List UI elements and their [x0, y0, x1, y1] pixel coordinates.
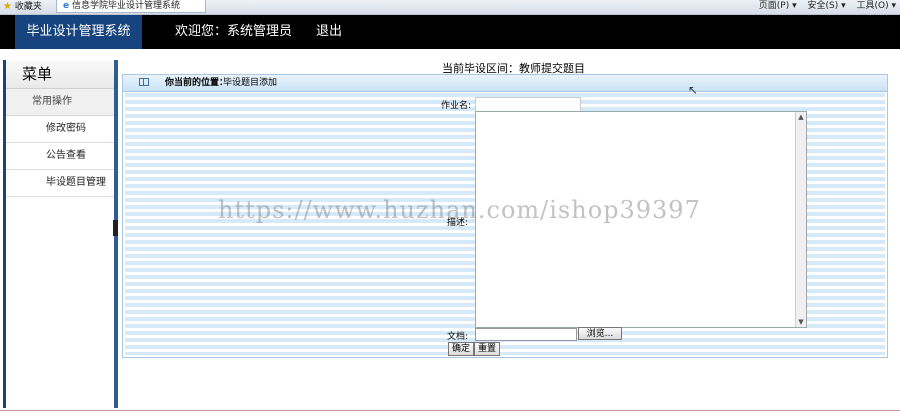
browser-toolbar: ★ 收藏夹 e 信息学院毕业设计管理系统 页面(P) ▾ 安全(S) ▾ 工具(…	[0, 0, 900, 15]
breadcrumb-value: 毕设题目添加	[223, 78, 278, 88]
browser-tab-title: 信息学院毕业设计管理系统	[71, 1, 180, 11]
grid-icon	[139, 78, 149, 86]
favorites-label: 收藏夹	[14, 2, 42, 12]
logout-link[interactable]: 退出	[316, 15, 342, 49]
menu-title: 菜单	[6, 60, 118, 89]
reset-button[interactable]: 重置	[474, 342, 501, 356]
watermark-text: https://www.huzhan.com/ishop39397	[218, 196, 701, 224]
app-brand: 毕业设计管理系统	[15, 15, 142, 49]
sidebar-splitter[interactable]	[113, 60, 118, 408]
sidebar-menu: 菜单 常用操作 修改密码 公告查看 毕设题目管理	[3, 60, 118, 408]
scroll-up-icon[interactable]: ▲	[797, 113, 805, 121]
textarea-scrollbar[interactable]: ▲ ▼	[795, 112, 806, 327]
confirm-button[interactable]: 确定	[448, 342, 475, 356]
browse-button[interactable]: 浏览...	[578, 327, 622, 340]
collapse-arrow-icon[interactable]	[113, 220, 118, 236]
browser-tools: 页面(P) ▾ 安全(S) ▾ 工具(O) ▾	[751, 0, 896, 14]
safety-menu[interactable]: 安全(S) ▾	[808, 1, 846, 11]
title-input[interactable]	[475, 97, 581, 112]
breadcrumb-label: 你当前的位置：	[165, 78, 229, 88]
scroll-down-icon[interactable]: ▼	[797, 318, 805, 326]
app-header: 毕业设计管理系统 欢迎您：系统管理员 退出	[0, 15, 900, 49]
favorites-button[interactable]: ★ 收藏夹	[3, 0, 42, 14]
file-label: 文档:	[447, 332, 469, 342]
sidebar-item-notices[interactable]: 公告查看	[6, 143, 118, 170]
file-path-input[interactable]	[475, 328, 577, 341]
title-label: 作业名:	[441, 101, 472, 111]
welcome-text: 欢迎您：系统管理员	[175, 24, 293, 39]
mouse-cursor-icon: ↖	[688, 83, 699, 97]
browser-tab[interactable]: e 信息学院毕业设计管理系统	[56, 0, 206, 13]
sidebar-item-change-password[interactable]: 修改密码	[6, 116, 118, 143]
ie-icon: e	[63, 1, 70, 11]
tools-menu[interactable]: 工具(O) ▾	[857, 1, 897, 11]
page-menu[interactable]: 页面(P) ▾	[759, 1, 797, 11]
star-icon: ★	[3, 1, 12, 12]
menu-group-common[interactable]: 常用操作	[6, 89, 118, 116]
sidebar-item-topic-management[interactable]: 毕设题目管理	[6, 170, 118, 197]
breadcrumb: 你当前的位置： 毕设题目添加	[123, 75, 887, 92]
bottom-border	[0, 410, 900, 411]
